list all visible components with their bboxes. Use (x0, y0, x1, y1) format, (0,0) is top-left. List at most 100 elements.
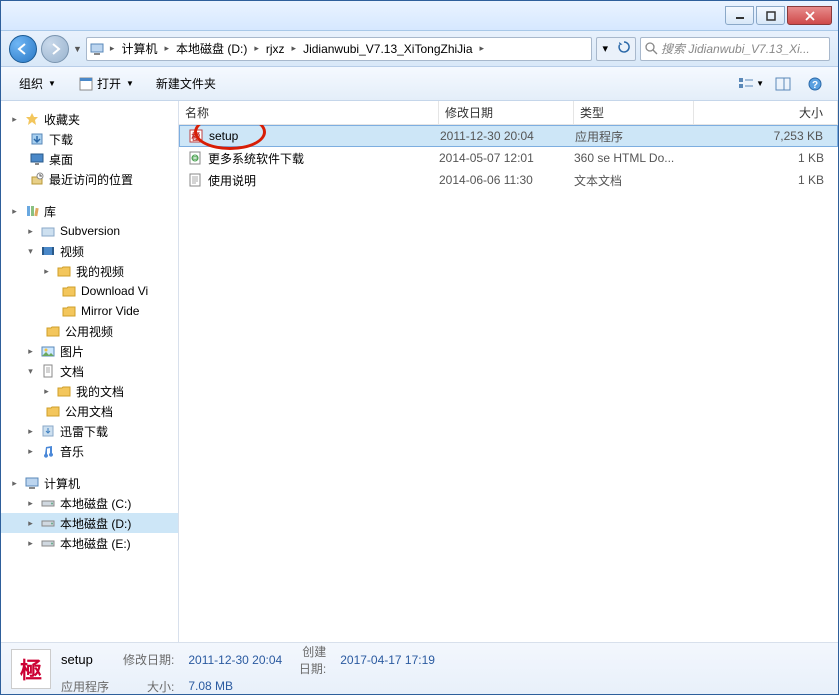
nav-music[interactable]: ▸音乐 (1, 441, 178, 461)
drive-icon (40, 495, 56, 511)
file-row[interactable]: 極setup2011-12-30 20:04应用程序7,253 KB (179, 125, 838, 147)
breadcrumb-segment[interactable]: rjxz (262, 38, 289, 60)
file-type: 应用程序 (575, 128, 695, 145)
details-create-label: 创建日期: (296, 643, 326, 677)
file-row[interactable]: 使用说明2014-06-06 11:30文本文档1 KB (179, 169, 838, 191)
expand-icon[interactable]: ▸ (25, 226, 36, 237)
search-placeholder: 搜索 Jidianwubi_V7.13_Xi... (661, 40, 810, 57)
expand-icon[interactable]: ▸ (41, 266, 52, 277)
video-icon (40, 243, 56, 259)
close-button[interactable] (787, 6, 832, 25)
nav-desktop[interactable]: 桌面 (1, 149, 178, 169)
file-rows[interactable]: 極setup2011-12-30 20:04应用程序7,253 KB更多系统软件… (179, 125, 838, 642)
details-type: 应用程序 (61, 678, 109, 695)
nav-drive-d[interactable]: ▸本地磁盘 (D:) (1, 513, 178, 533)
nav-public-docs[interactable]: 公用文档 (1, 401, 178, 421)
nav-my-videos[interactable]: ▸我的视频 (1, 261, 178, 281)
expand-icon[interactable]: ▸ (25, 346, 36, 357)
details-create-value: 2017-04-17 17:19 (340, 653, 435, 667)
nav-libraries[interactable]: ▸库 (1, 201, 178, 221)
expand-icon[interactable]: ▸ (9, 114, 20, 125)
folder-icon (40, 223, 56, 239)
column-date[interactable]: 修改日期 (439, 101, 574, 124)
nav-subversion[interactable]: ▸Subversion (1, 221, 178, 241)
chevron-down-icon: ▼ (126, 79, 134, 88)
view-options-button[interactable]: ▼ (738, 72, 764, 96)
organize-button[interactable]: 组织▼ (11, 72, 64, 95)
expand-icon[interactable]: ▸ (25, 446, 36, 457)
breadcrumb[interactable]: ▸ 计算机 ▸ 本地磁盘 (D:) ▸ rjxz ▸ Jidianwubi_V7… (86, 37, 593, 61)
download-icon (29, 131, 45, 147)
chevron-right-icon[interactable]: ▸ (289, 43, 300, 54)
chevron-right-icon[interactable]: ▸ (107, 43, 118, 54)
details-app-icon: 極 (11, 649, 51, 689)
address-dropdown-button[interactable]: ▾ (597, 42, 613, 55)
expand-icon[interactable]: ▸ (9, 206, 20, 217)
nav-history-dropdown[interactable]: ▼ (73, 44, 82, 54)
desktop-icon (29, 151, 45, 167)
breadcrumb-segment[interactable]: 本地磁盘 (D:) (172, 38, 251, 60)
new-folder-button[interactable]: 新建文件夹 (148, 72, 224, 95)
column-type[interactable]: 类型 (574, 101, 694, 124)
nav-public-videos[interactable]: 公用视频 (1, 321, 178, 341)
expand-icon[interactable]: ▸ (25, 498, 36, 509)
nav-videos[interactable]: ▾视频 (1, 241, 178, 261)
expand-icon[interactable]: ▸ (41, 386, 52, 397)
nav-drive-c[interactable]: ▸本地磁盘 (C:) (1, 493, 178, 513)
search-input[interactable]: 搜索 Jidianwubi_V7.13_Xi... (640, 37, 830, 61)
download-icon (40, 423, 56, 439)
back-button[interactable] (9, 35, 37, 63)
nav-downloads[interactable]: 下载 (1, 129, 178, 149)
preview-pane-button[interactable] (770, 72, 796, 96)
file-icon (187, 150, 203, 166)
details-size-label: 大小: (123, 678, 174, 695)
refresh-button[interactable] (613, 41, 635, 56)
collapse-icon[interactable]: ▾ (25, 366, 36, 377)
nav-documents[interactable]: ▾文档 (1, 361, 178, 381)
nav-recent[interactable]: 最近访问的位置 (1, 169, 178, 189)
chevron-right-icon[interactable]: ▸ (161, 43, 172, 54)
folder-icon (45, 323, 61, 339)
help-button[interactable]: ? (802, 72, 828, 96)
chevron-right-icon[interactable]: ▸ (477, 43, 488, 54)
column-headers: 名称 修改日期 类型 大小 (179, 101, 838, 125)
open-button[interactable]: 打开▼ (70, 72, 142, 95)
nav-favorites[interactable]: ▸收藏夹 (1, 109, 178, 129)
arrow-right-icon (48, 42, 62, 56)
library-icon (24, 203, 40, 219)
column-size[interactable]: 大小 (694, 101, 838, 124)
expand-icon[interactable]: ▸ (9, 478, 20, 489)
file-date: 2011-12-30 20:04 (440, 129, 575, 143)
nav-computer[interactable]: ▸计算机 (1, 473, 178, 493)
breadcrumb-segment[interactable]: Jidianwubi_V7.13_XiTongZhiJia (299, 38, 476, 60)
search-icon (645, 42, 658, 55)
address-bar-row: ▼ ▸ 计算机 ▸ 本地磁盘 (D:) ▸ rjxz ▸ Jidianwubi_… (1, 31, 838, 67)
folder-icon (56, 383, 72, 399)
column-name[interactable]: 名称 (179, 101, 439, 124)
navigation-pane[interactable]: ▸收藏夹 下载 桌面 最近访问的位置 ▸库 ▸Subversion ▾视频 ▸我… (1, 101, 179, 642)
computer-icon (89, 41, 105, 57)
recent-icon (29, 171, 45, 187)
nav-folder-item[interactable]: Download Vi (1, 281, 178, 301)
expand-icon[interactable]: ▸ (25, 538, 36, 549)
nav-xunlei[interactable]: ▸迅雷下载 (1, 421, 178, 441)
nav-my-docs[interactable]: ▸我的文档 (1, 381, 178, 401)
nav-pictures[interactable]: ▸图片 (1, 341, 178, 361)
nav-drive-e[interactable]: ▸本地磁盘 (E:) (1, 533, 178, 553)
chevron-right-icon[interactable]: ▸ (251, 43, 262, 54)
breadcrumb-segment[interactable]: 计算机 (117, 38, 161, 60)
folder-icon (56, 263, 72, 279)
forward-button[interactable] (41, 35, 69, 63)
details-size-value: 7.08 MB (188, 679, 282, 693)
maximize-button[interactable] (756, 6, 785, 25)
minimize-button[interactable] (725, 6, 754, 25)
file-name: setup (209, 129, 238, 143)
svg-text:?: ? (812, 80, 818, 91)
computer-icon (24, 475, 40, 491)
nav-folder-item[interactable]: Mirror Vide (1, 301, 178, 321)
expand-icon[interactable]: ▸ (25, 426, 36, 437)
collapse-icon[interactable]: ▾ (25, 246, 36, 257)
expand-icon[interactable]: ▸ (25, 518, 36, 529)
drive-icon (40, 535, 56, 551)
file-row[interactable]: 更多系统软件下载2014-05-07 12:01360 se HTML Do..… (179, 147, 838, 169)
